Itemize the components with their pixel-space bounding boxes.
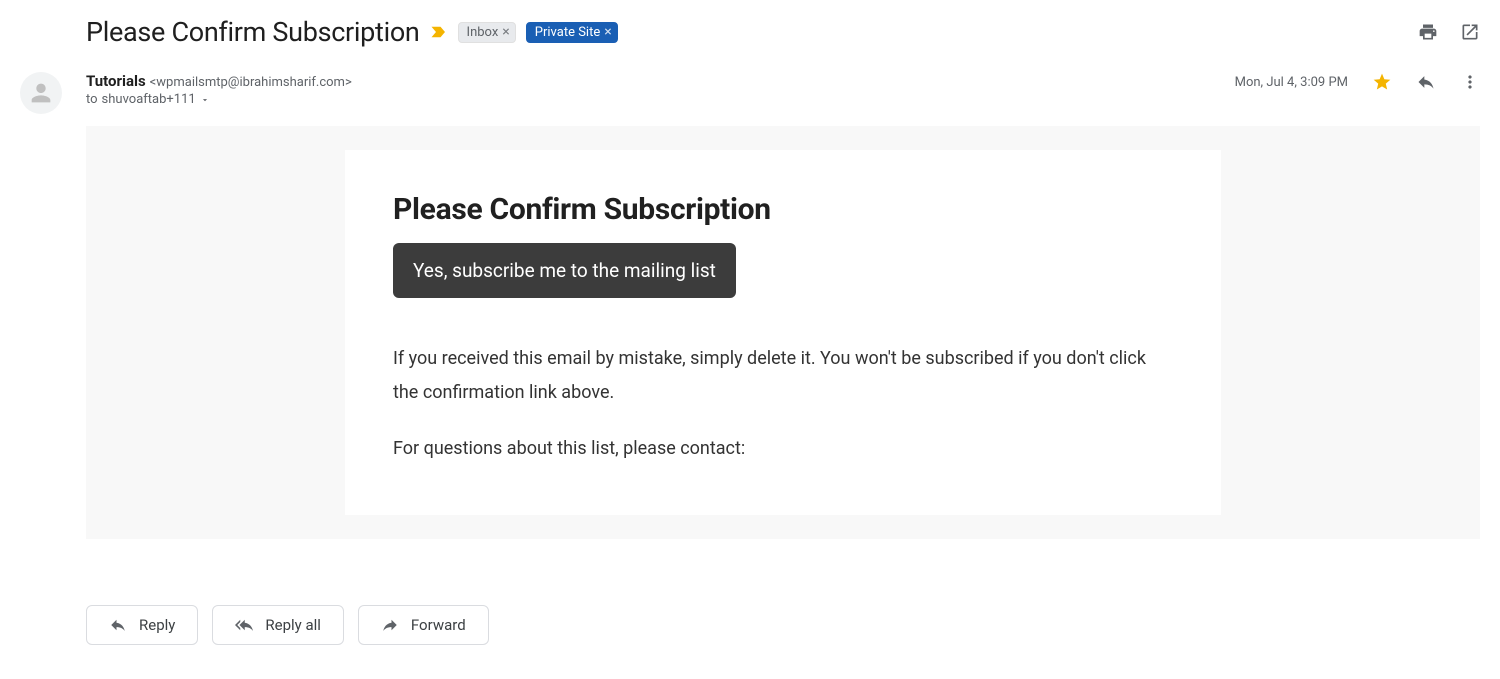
label-chip-text: Private Site — [535, 25, 600, 40]
important-marker-icon[interactable] — [430, 23, 448, 41]
reply-icon[interactable] — [1416, 72, 1436, 92]
reply-all-button[interactable]: Reply all — [212, 605, 344, 645]
label-chip-text: Inbox — [467, 25, 499, 40]
label-chip-inbox[interactable]: Inbox × — [458, 22, 516, 43]
label-chip-private-site[interactable]: Private Site × — [526, 22, 618, 43]
email-header: Please Confirm Subscription Inbox × Priv… — [20, 16, 1480, 48]
reply-all-label: Reply all — [265, 616, 321, 634]
email-date: Mon, Jul 4, 3:09 PM — [1235, 75, 1348, 90]
avatar[interactable] — [20, 72, 62, 114]
body-paragraph-2: For questions about this list, please co… — [393, 432, 1173, 466]
email-subject: Please Confirm Subscription — [86, 16, 420, 48]
to-recipient: shuvoaftab+111 — [102, 92, 196, 107]
more-vert-icon[interactable] — [1460, 72, 1480, 92]
reply-icon — [109, 616, 127, 634]
to-prefix: to — [86, 92, 98, 107]
body-paragraph-1: If you received this email by mistake, s… — [393, 342, 1173, 410]
reply-button[interactable]: Reply — [86, 605, 198, 645]
reply-label: Reply — [139, 616, 175, 634]
star-icon[interactable] — [1372, 72, 1392, 92]
sender-email: <wpmailsmtp@ibrahimsharif.com> — [150, 75, 352, 90]
print-icon[interactable] — [1418, 22, 1438, 42]
email-content-card: Please Confirm Subscription Yes, subscri… — [345, 150, 1221, 515]
email-body-panel: Please Confirm Subscription Yes, subscri… — [86, 126, 1480, 539]
reply-actions-row: Reply Reply all Forward — [86, 605, 1480, 645]
open-in-new-icon[interactable] — [1460, 22, 1480, 42]
close-icon[interactable]: × — [502, 25, 509, 39]
forward-icon — [381, 616, 399, 634]
body-title: Please Confirm Subscription — [393, 192, 1173, 227]
sender-name: Tutorials — [86, 72, 146, 90]
close-icon[interactable]: × — [604, 25, 611, 39]
chevron-down-icon[interactable] — [200, 95, 210, 105]
forward-label: Forward — [411, 616, 466, 634]
forward-button[interactable]: Forward — [358, 605, 489, 645]
reply-all-icon — [235, 616, 253, 634]
confirm-subscription-button[interactable]: Yes, subscribe me to the mailing list — [393, 243, 736, 298]
